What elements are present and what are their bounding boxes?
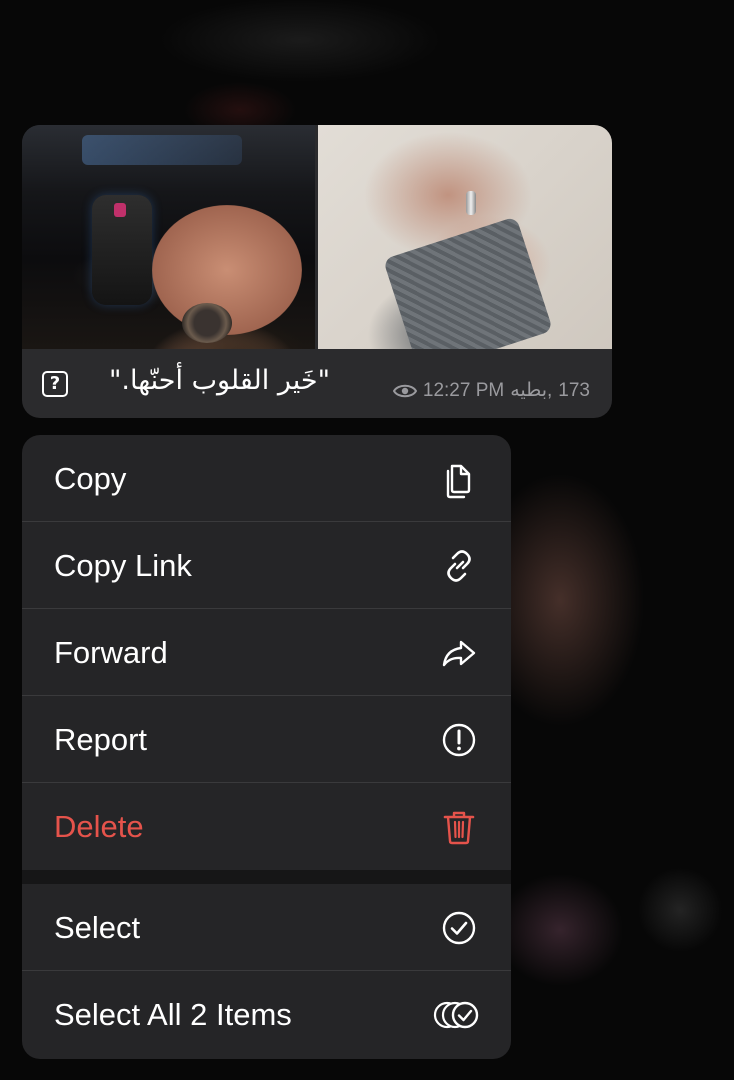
photo-album: [22, 125, 612, 349]
ring: [466, 191, 476, 215]
message-time: 12:27 PM: [422, 379, 505, 401]
forward-icon: [442, 640, 476, 667]
wristwatch: [182, 303, 232, 343]
link-icon: [447, 550, 471, 582]
menu-item-label: Copy: [54, 461, 127, 496]
photo-hands-ring[interactable]: [318, 125, 612, 349]
photo-car-hand[interactable]: [22, 125, 315, 349]
check-circle-icon: [442, 911, 476, 945]
caption-row: ? "خَير القلوب أحنّها." 12:27 PM بطيه, 1…: [22, 349, 612, 418]
context-menu: Copy Copy Link Forward Report Delete Sel…: [22, 435, 511, 1059]
report-icon: [442, 723, 476, 757]
message-bubble[interactable]: ? "خَير القلوب أحنّها." 12:27 PM بطيه, 1…: [22, 125, 612, 418]
menu-item-label: Copy Link: [54, 548, 192, 583]
select-all-icon: [433, 1001, 479, 1029]
menu-item-label: Report: [54, 722, 148, 757]
menu-item-select-all[interactable]: Select All 2 Items: [22, 971, 511, 1058]
copy-icon: [446, 464, 471, 499]
menu-section-divider: [22, 870, 511, 884]
menu-item-copy[interactable]: Copy: [22, 435, 511, 522]
menu-item-label: Select All 2 Items: [54, 997, 292, 1032]
menu-item-copy-link[interactable]: Copy Link: [22, 522, 511, 609]
dashboard-display: [82, 135, 242, 165]
eye-icon: [392, 384, 417, 397]
menu-item-report[interactable]: Report: [22, 696, 511, 783]
menu-item-label: Forward: [54, 635, 168, 670]
menu-item-select[interactable]: Select: [22, 884, 511, 971]
gear-indicator: [114, 203, 126, 217]
menu-item-delete[interactable]: Delete: [22, 783, 511, 870]
message-caption: "خَير القلوب أحنّها.": [108, 365, 330, 396]
menu-item-label: Select: [54, 910, 141, 945]
menu-item-forward[interactable]: Forward: [22, 609, 511, 696]
trash-icon: [443, 811, 475, 845]
menu-item-label: Delete: [54, 809, 144, 844]
message-meta: 12:27 PM بطيه, 173: [392, 379, 590, 402]
message-author: بطيه,: [510, 380, 553, 401]
view-count: 173: [558, 379, 590, 401]
plaid-sleeve: [382, 216, 554, 349]
question-emoji-icon: ?: [42, 371, 68, 397]
